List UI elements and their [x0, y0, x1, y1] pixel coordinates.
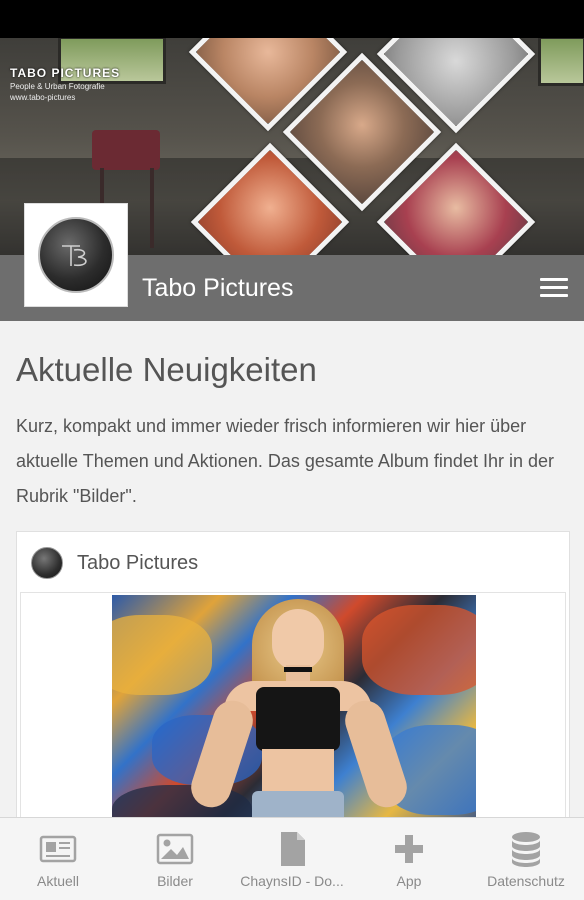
document-icon	[273, 830, 311, 868]
status-bar	[0, 0, 584, 38]
cover-window	[538, 38, 584, 86]
database-icon	[507, 830, 545, 868]
tab-label: ChaynsID - Do...	[240, 873, 344, 889]
cover-brand-url: www.tabo-pictures	[10, 93, 76, 102]
cover-brand-title: TABO PICTURES	[10, 66, 121, 80]
tab-datenschutz[interactable]: Datenschutz	[468, 818, 584, 900]
tab-label: Datenschutz	[487, 873, 565, 889]
tab-aktuell[interactable]: Aktuell	[0, 818, 116, 900]
tab-label: Aktuell	[36, 873, 80, 889]
tab-app[interactable]: App	[351, 818, 467, 900]
main-content: Aktuelle Neuigkeiten Kurz, kompakt und i…	[0, 321, 584, 817]
cover-chair-leg	[150, 168, 154, 248]
logo	[24, 203, 128, 307]
bottom-tab-bar: Aktuell Bilder ChaynsID - Do... App Date…	[0, 817, 584, 900]
newspaper-icon	[39, 830, 77, 868]
cover-chair	[92, 130, 160, 170]
logo-monogram-icon	[58, 240, 94, 270]
tab-label: Bilder	[157, 873, 193, 889]
news-post: Tabo Pictures	[16, 531, 570, 817]
tab-bilder[interactable]: Bilder	[117, 818, 233, 900]
plus-icon	[390, 830, 428, 868]
logo-emblem	[38, 217, 114, 293]
page-title: Tabo Pictures	[142, 274, 294, 302]
hamburger-menu-icon[interactable]	[540, 278, 568, 300]
post-header: Tabo Pictures	[17, 532, 569, 590]
tab-label: App	[396, 873, 422, 889]
avatar[interactable]	[31, 547, 63, 579]
section-headline: Aktuelle Neuigkeiten	[16, 351, 317, 388]
tab-chaynsid[interactable]: ChaynsID - Do...	[234, 818, 350, 900]
cover-brand: TABO PICTURES People & Urban Fotografie …	[10, 66, 120, 102]
cover-brand-subtitle: People & Urban Fotografie	[10, 82, 105, 91]
post-image[interactable]	[112, 595, 476, 817]
post-image-frame	[20, 592, 566, 817]
image-icon	[156, 830, 194, 868]
intro-text: Kurz, kompakt und immer wieder frisch in…	[16, 416, 554, 506]
post-author[interactable]: Tabo Pictures	[77, 552, 198, 575]
